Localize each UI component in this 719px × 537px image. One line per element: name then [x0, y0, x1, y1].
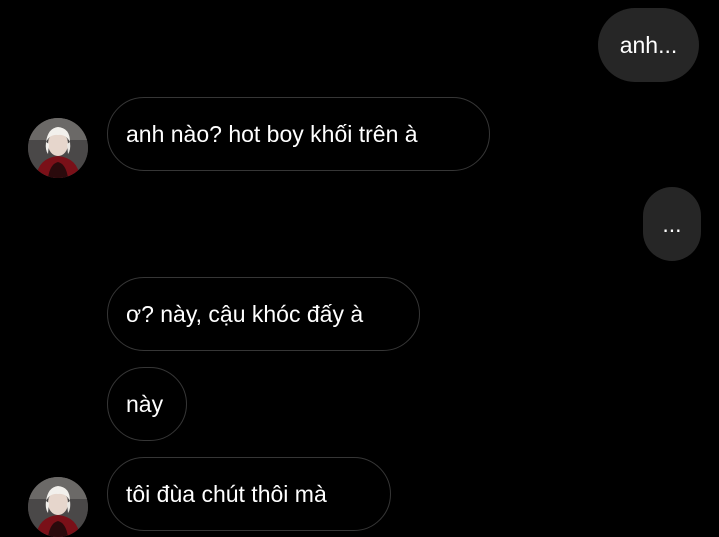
message-text: này [126, 391, 164, 417]
message-text: tôi đùa chút thôi mà [126, 481, 327, 507]
message-thread: anh... anh nào? hot boy khối trên à ... … [0, 0, 719, 537]
contact-avatar-icon[interactable] [28, 477, 88, 537]
received-message-bubble[interactable]: tôi đùa chút thôi mà [107, 457, 391, 531]
message-text: anh nào? hot boy khối trên à [126, 121, 418, 147]
received-message-bubble[interactable]: này [107, 367, 187, 441]
message-text: ... [662, 211, 682, 237]
avatar-photo-icon [28, 477, 88, 537]
message-text: ơ? này, cậu khóc đấy à [126, 301, 364, 327]
received-message-bubble[interactable]: anh nào? hot boy khối trên à [107, 97, 490, 171]
avatar-photo-icon [28, 118, 88, 178]
contact-avatar-icon[interactable] [28, 118, 88, 178]
sent-message-bubble[interactable]: anh... [598, 8, 699, 82]
sent-message-bubble[interactable]: ... [643, 187, 701, 261]
message-text: anh... [619, 32, 678, 58]
received-message-bubble[interactable]: ơ? này, cậu khóc đấy à [107, 277, 420, 351]
